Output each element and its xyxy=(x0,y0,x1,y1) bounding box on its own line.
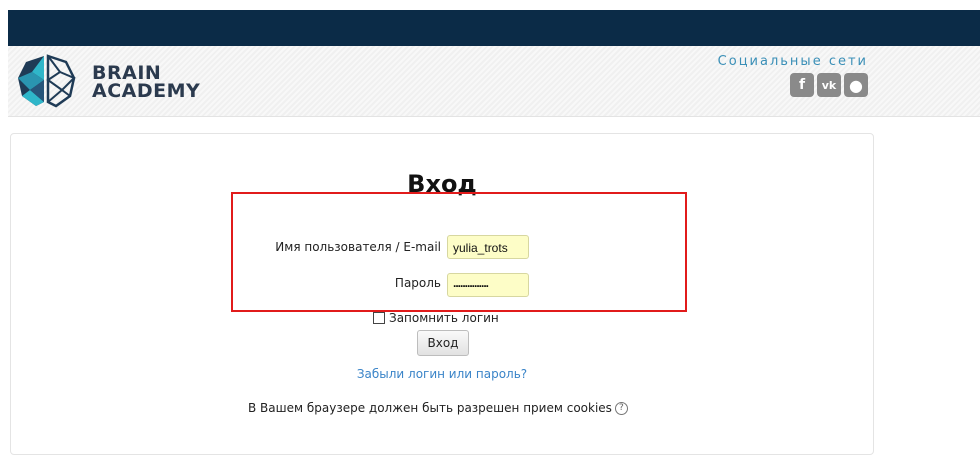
site-header: BRAIN ACADEMY Социальные сети f vk ● xyxy=(8,46,980,117)
brain-academy-logo[interactable]: BRAIN ACADEMY xyxy=(14,52,234,110)
logo-text: BRAIN ACADEMY xyxy=(92,64,201,102)
vk-icon[interactable]: vk xyxy=(817,73,841,97)
login-panel: Вход Имя пользователя / E-mail yulia_tro… xyxy=(10,133,874,455)
password-input[interactable]: ............... xyxy=(447,273,529,297)
cookies-text: В Вашем браузере должен быть разрешен пр… xyxy=(248,401,612,415)
remember-label: Запомнить логин xyxy=(389,311,499,325)
forgot-password-link[interactable]: Забыли логин или пароль? xyxy=(11,367,873,381)
remember-login[interactable]: Запомнить логин xyxy=(373,311,499,325)
social-networks: Социальные сети f vk ● xyxy=(708,54,868,97)
username-input[interactable]: yulia_trots xyxy=(447,235,529,259)
social-title: Социальные сети xyxy=(717,54,868,69)
help-icon[interactable]: ? xyxy=(614,401,628,415)
password-label: Пароль xyxy=(394,276,441,290)
globe-icon[interactable]: ● xyxy=(844,73,868,97)
cookies-note: В Вашем браузере должен быть разрешен пр… xyxy=(248,401,628,415)
remember-checkbox[interactable] xyxy=(373,312,385,324)
username-label: Имя пользователя / E-mail xyxy=(275,240,441,254)
facebook-icon[interactable]: f xyxy=(790,73,814,97)
social-icons: f vk ● xyxy=(708,73,868,97)
top-bar xyxy=(8,10,980,46)
logo-text-academy: ACADEMY xyxy=(92,80,201,102)
brain-logo-icon xyxy=(18,54,76,108)
login-button[interactable]: Вход xyxy=(417,330,469,356)
